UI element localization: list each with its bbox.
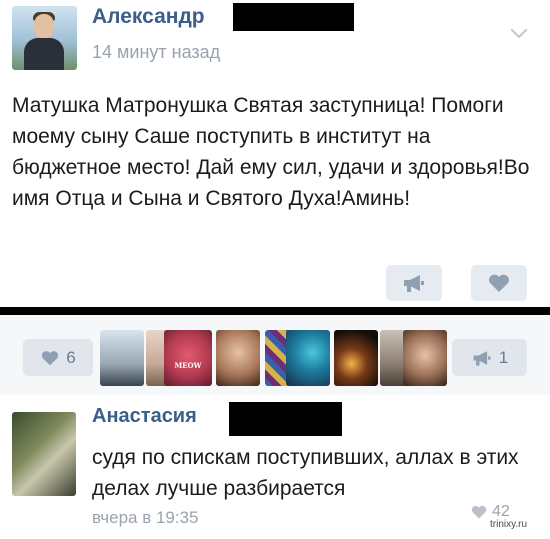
comment-author-name[interactable]: Анастасия — [92, 405, 197, 428]
post-timestamp[interactable]: 14 минут назад — [92, 42, 220, 63]
watermark: trinixy.ru — [490, 519, 528, 530]
liker-avatar[interactable] — [286, 330, 330, 386]
avatar-face — [34, 14, 54, 38]
liker-avatar[interactable] — [100, 330, 144, 386]
liker-avatar[interactable] — [403, 330, 447, 386]
comment-author-avatar[interactable] — [12, 412, 76, 496]
redaction-bar — [233, 3, 354, 31]
post-text: Матушка Матронушка Святая заступница! По… — [12, 94, 530, 210]
shares-count-button[interactable]: 1 — [452, 339, 527, 376]
liker-avatar[interactable] — [334, 330, 378, 386]
share-button[interactable] — [386, 265, 442, 301]
heart-icon — [42, 350, 59, 365]
like-button[interactable] — [471, 265, 527, 301]
megaphone-icon — [404, 275, 424, 292]
comment-text: судя по спискам поступивших, аллах в эти… — [92, 446, 519, 500]
liker-avatar[interactable] — [216, 330, 260, 386]
section-divider — [0, 307, 550, 315]
comment-timestamp[interactable]: вчера в 19:35 — [92, 508, 199, 528]
likes-count: 6 — [66, 347, 76, 367]
shares-count: 1 — [498, 347, 509, 367]
post-card: Александр 14 минут назад Матушка Матрону… — [0, 0, 550, 307]
heart-icon — [489, 274, 509, 292]
heart-icon — [471, 505, 487, 519]
liker-avatar-caption: MEOW — [174, 361, 202, 370]
liker-avatar[interactable]: MEOW — [164, 330, 212, 386]
post-author-name[interactable]: Александр — [92, 5, 205, 29]
likes-count-button[interactable]: 6 — [23, 339, 93, 376]
avatar-shirt — [24, 38, 64, 70]
redaction-bar — [229, 402, 342, 436]
post-author-avatar[interactable] — [12, 6, 77, 70]
chevron-down-icon[interactable] — [508, 22, 530, 44]
megaphone-icon — [473, 350, 491, 366]
